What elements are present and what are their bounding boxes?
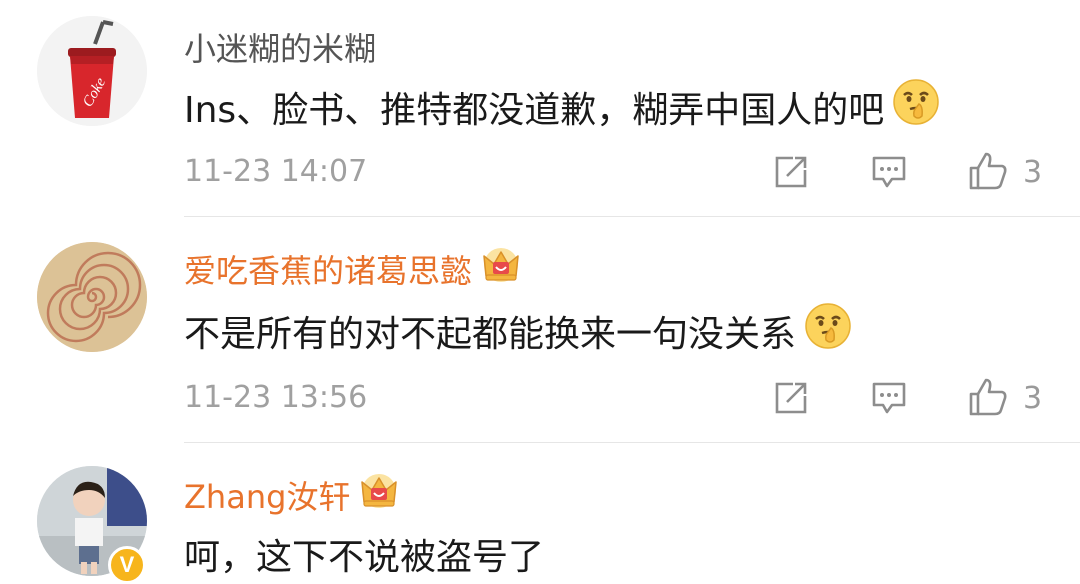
shush-emoji-icon	[892, 78, 940, 135]
username-text[interactable]: 爱吃香蕉的诸葛思懿	[184, 246, 472, 292]
comment-text-content: 不是所有的对不起都能换来一句没关系	[184, 313, 797, 355]
crown-badge-icon	[480, 246, 522, 292]
divider	[184, 216, 1080, 217]
like-count: 3	[1023, 381, 1043, 416]
avatar[interactable]: Coke	[37, 16, 147, 126]
username-text[interactable]: 小迷糊的米糊	[184, 24, 376, 70]
comment-text-content: Ins、脸书、推特都没道歉，糊弄中国人的吧	[184, 89, 885, 131]
username[interactable]: 小迷糊的米糊	[184, 24, 376, 70]
cola-cup-icon: Coke	[37, 16, 147, 126]
verified-badge: V	[108, 546, 146, 584]
crown-badge-icon	[358, 472, 400, 518]
comment-text: 呵，这下不说被盗号了	[184, 528, 544, 580]
timestamp: 11-23 14:07	[184, 154, 368, 189]
comment-text: 不是所有的对不起都能换来一句没关系	[184, 302, 852, 359]
comment-text-content: 呵，这下不说被盗号了	[184, 537, 545, 578]
avatar[interactable]	[37, 242, 147, 352]
username-text[interactable]: Zhang汝轩	[184, 472, 350, 518]
like-button[interactable]	[968, 151, 1008, 195]
like-count: 3	[1023, 155, 1043, 190]
repost-button[interactable]	[773, 380, 809, 420]
like-button[interactable]	[968, 377, 1008, 421]
divider	[184, 442, 1080, 443]
comment-icon	[872, 156, 906, 188]
spiral-icon	[37, 242, 147, 352]
reply-button[interactable]	[871, 155, 907, 193]
comment-text: Ins、脸书、推特都没道歉，糊弄中国人的吧	[184, 78, 940, 135]
repost-button[interactable]	[773, 154, 809, 194]
reply-button[interactable]	[871, 381, 907, 419]
username[interactable]: Zhang汝轩	[184, 472, 400, 518]
username[interactable]: 爱吃香蕉的诸葛思懿	[184, 246, 522, 292]
repost-icon	[775, 382, 807, 414]
shush-emoji-icon	[804, 302, 852, 359]
timestamp: 11-23 13:56	[184, 380, 368, 415]
thumbs-up-icon	[969, 378, 1007, 416]
comment-icon	[872, 382, 906, 414]
thumbs-up-icon	[969, 152, 1007, 190]
repost-icon	[775, 156, 807, 188]
